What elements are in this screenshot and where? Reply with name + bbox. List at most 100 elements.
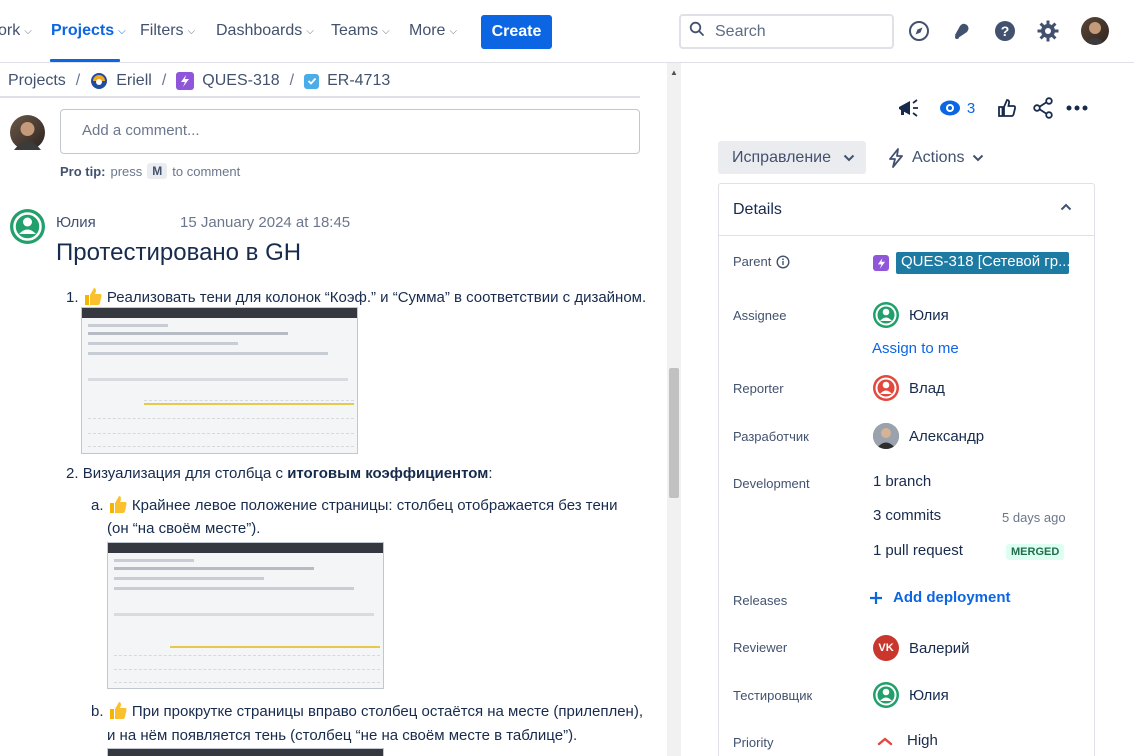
nav-item-label: Projects — [51, 22, 115, 39]
tester-value[interactable]: Юлия — [873, 682, 949, 708]
nav-item-dashboards[interactable]: Dashboards ⌵ — [216, 22, 314, 40]
priority-value[interactable]: High — [877, 732, 938, 749]
branch-text: branch — [885, 473, 932, 490]
thumbs-up-emoji-icon — [84, 288, 102, 305]
chevron-down-icon: ⌵ — [24, 25, 32, 37]
priority-label: High — [907, 732, 938, 749]
breadcrumb-label: ER-4713 — [327, 72, 391, 89]
megaphone-icon[interactable] — [895, 96, 921, 120]
search-input[interactable]: Search — [679, 14, 894, 49]
breadcrumb-separator: / — [161, 72, 167, 89]
list-number: 1. — [66, 289, 79, 306]
help-icon[interactable]: ? — [992, 18, 1018, 44]
list-letter: b. — [91, 703, 104, 720]
breadcrumb-project[interactable]: Eriell — [90, 72, 152, 90]
status-dropdown[interactable]: Исправление — [718, 141, 866, 174]
user-avatar[interactable] — [1081, 17, 1109, 45]
add-deployment-button[interactable]: Add deployment — [869, 589, 1011, 606]
development-pull-request[interactable]: 1 pull request — [873, 542, 963, 559]
thumbs-up-emoji-icon — [109, 496, 127, 513]
comment-author[interactable]: Юлия — [56, 214, 96, 231]
list-item-text: (он “на своём месте”). — [107, 520, 261, 537]
nav-item-filters[interactable]: Filters ⌵ — [140, 22, 195, 40]
nav-item-more[interactable]: More ⌵ — [409, 22, 457, 40]
developer-name: Александр — [909, 427, 985, 445]
actions-dropdown[interactable]: Actions — [888, 141, 984, 174]
plus-icon — [870, 591, 882, 604]
scrollbar-thumb[interactable] — [669, 368, 679, 498]
assignee-name: Юлия — [909, 306, 949, 324]
thumbs-up-icon[interactable] — [995, 96, 1019, 120]
tester-avatar — [873, 682, 899, 708]
add-comment-input[interactable]: Add a comment... — [60, 109, 640, 154]
list-item-text: При прокрутке страницы вправо столбец ос… — [131, 703, 643, 720]
reporter-avatar — [873, 375, 899, 401]
assign-to-me-link[interactable]: Assign to me — [872, 340, 959, 357]
thumbs-up-emoji-icon — [109, 702, 127, 719]
assignee-value[interactable]: Юлия — [873, 302, 949, 328]
branch-count: 1 — [873, 473, 882, 490]
pro-tip-label: Pro tip: — [60, 163, 106, 179]
gear-icon[interactable] — [1035, 18, 1061, 44]
nav-item-work[interactable]: ork ⌵ — [0, 22, 32, 40]
nav-item-projects[interactable]: Projects ⌵ — [51, 22, 126, 40]
reviewer-avatar: VK — [873, 635, 899, 661]
scroll-up-arrow-icon[interactable]: ▲ — [670, 68, 678, 77]
breadcrumb-epic[interactable]: QUES-318 — [176, 72, 280, 90]
list-item-text: Реализовать тени для колонок “Коэф.” и “… — [106, 289, 647, 306]
details-header[interactable]: Details — [719, 184, 1094, 236]
bell-icon[interactable] — [949, 18, 975, 44]
commits-age: 5 days ago — [1002, 510, 1066, 525]
watchers-button[interactable]: 3 — [937, 96, 977, 120]
list-item-text: Визуализация для столбца с — [82, 465, 288, 482]
developer-avatar — [873, 423, 899, 449]
author-avatar[interactable] — [10, 209, 45, 244]
field-label-reviewer: Reviewer — [733, 640, 788, 655]
eye-icon — [939, 100, 960, 116]
list-item-text: : — [488, 465, 493, 482]
sub-list-item: b. При прокрутке страницы вправо столбец… — [91, 700, 643, 720]
breadcrumb-separator: / — [75, 72, 81, 89]
chevron-up-icon[interactable] — [1060, 200, 1072, 214]
commits-text: commits — [885, 507, 942, 524]
screenshot-attachment[interactable] — [107, 542, 384, 689]
actions-label: Actions — [912, 148, 965, 166]
nav-item-label: Filters — [140, 22, 184, 39]
development-branch[interactable]: 1 branch — [873, 473, 931, 490]
share-icon[interactable] — [1031, 96, 1055, 120]
add-deployment-label: Add deployment — [893, 589, 1011, 606]
developer-value[interactable]: Александр — [873, 423, 984, 449]
development-commits[interactable]: 3 commits — [873, 507, 941, 524]
reporter-name: Влад — [909, 379, 945, 397]
pr-count: 1 — [873, 542, 882, 559]
pr-status-badge: MERGED — [1006, 544, 1065, 560]
screenshot-attachment[interactable] — [107, 748, 384, 756]
comment-timestamp[interactable]: 15 January 2024 at 18:45 — [180, 214, 350, 231]
watchers-count: 3 — [966, 99, 976, 117]
breadcrumb-issue[interactable]: ER-4713 — [304, 72, 390, 90]
chevron-down-icon: ⌵ — [118, 25, 126, 37]
reviewer-value[interactable]: VK Валерий — [873, 635, 970, 661]
sub-list-item: a. Крайнее левое положение страницы: сто… — [91, 494, 617, 514]
field-label-development: Development — [733, 476, 810, 491]
breadcrumb-projects[interactable]: Projects — [8, 72, 66, 90]
epic-lightning-icon — [873, 255, 889, 271]
details-title: Details — [733, 201, 782, 218]
breadcrumb-label: Eriell — [116, 72, 152, 89]
nav-item-label: Dashboards — [216, 22, 303, 39]
compass-icon[interactable] — [906, 18, 932, 44]
issue-activity-pane: Projects / Eriell / QUES-318 / ER-4713 A… — [0, 63, 667, 756]
parent-issue-link[interactable]: QUES-318 [Сетевой гр... — [896, 252, 1069, 274]
nav-item-teams[interactable]: Teams ⌵ — [331, 22, 390, 40]
merged-lozenge: MERGED — [1006, 544, 1065, 560]
list-number: 2. — [66, 465, 79, 482]
screenshot-attachment[interactable] — [81, 307, 358, 454]
reviewer-name: Валерий — [909, 639, 970, 657]
list-item-text: и на нём появляется тень (столбец “не на… — [107, 727, 578, 744]
keyboard-shortcut-key: M — [147, 163, 168, 179]
create-button[interactable]: Create — [481, 15, 552, 49]
reporter-value[interactable]: Влад — [873, 375, 945, 401]
field-label-assignee: Assignee — [733, 308, 787, 323]
more-icon[interactable] — [1065, 96, 1089, 120]
field-label-reporter: Reporter — [733, 381, 784, 396]
